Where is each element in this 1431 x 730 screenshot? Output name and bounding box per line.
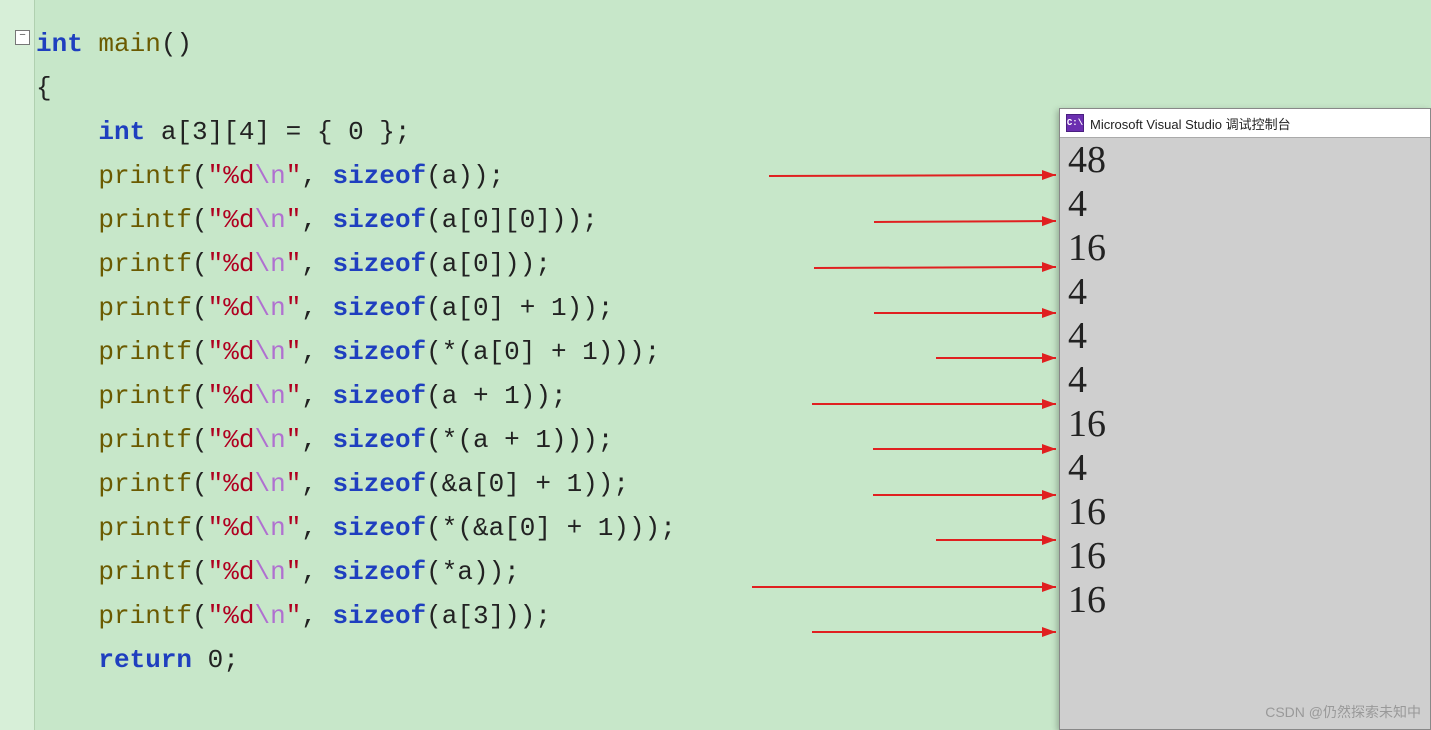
console-icon: C:\	[1066, 114, 1084, 132]
gutter: −	[0, 0, 35, 730]
console-line: 16	[1060, 402, 1430, 446]
fold-minus-icon[interactable]: −	[15, 30, 30, 45]
console-line: 4	[1060, 446, 1430, 490]
console-line: 48	[1060, 138, 1430, 182]
console-line: 4	[1060, 314, 1430, 358]
console-output: 48416444164161616	[1060, 138, 1430, 622]
console-line: 16	[1060, 578, 1430, 622]
console-line: 4	[1060, 182, 1430, 226]
code-area[interactable]: int main() { int a[3][4] = { 0 }; printf…	[36, 22, 676, 682]
console-line: 16	[1060, 534, 1430, 578]
code-editor: − int main() { int a[3][4] = { 0 }; prin…	[0, 0, 1060, 730]
console-title: Microsoft Visual Studio 调试控制台	[1090, 114, 1291, 133]
watermark: CSDN @仍然探索未知中	[1265, 702, 1421, 722]
console-line: 16	[1060, 490, 1430, 534]
console-window: C:\ Microsoft Visual Studio 调试控制台 484164…	[1059, 108, 1431, 730]
console-line: 4	[1060, 358, 1430, 402]
console-line: 4	[1060, 270, 1430, 314]
console-line: 16	[1060, 226, 1430, 270]
console-title-bar: C:\ Microsoft Visual Studio 调试控制台	[1060, 109, 1430, 138]
